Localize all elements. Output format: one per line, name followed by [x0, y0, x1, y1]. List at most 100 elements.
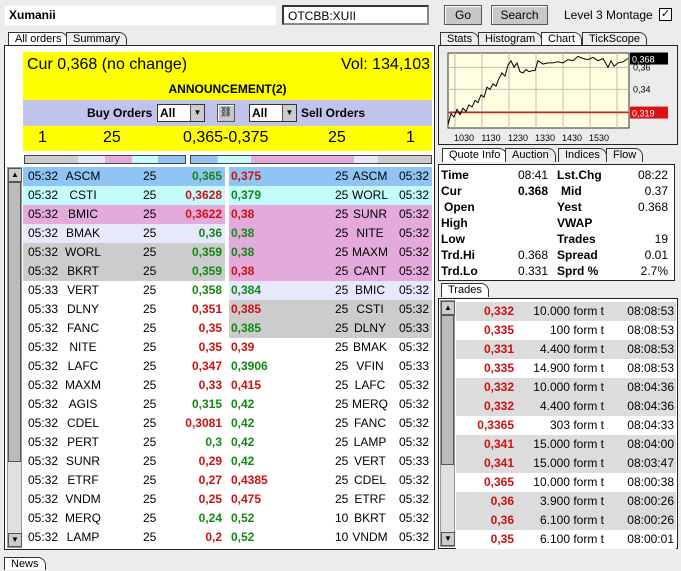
sell-order-row[interactable]: 0,415 25 LAFC 05:32: [229, 376, 432, 395]
buy-order-row[interactable]: 05:32 LAMP 25 0,2: [23, 528, 225, 547]
trade-row[interactable]: 0,335 100 form t 08:08:53: [456, 321, 676, 340]
tab-trades[interactable]: Trades: [441, 283, 489, 297]
buy-order-row[interactable]: 05:32 LAFC 25 0,347: [23, 357, 225, 376]
buy-size: 25: [103, 129, 121, 146]
buy-order-row[interactable]: 05:33 DLNY 25 0,351: [23, 300, 225, 319]
order-size: 25: [335, 492, 349, 506]
scroll-down-icon[interactable]: ▼: [441, 532, 455, 546]
sell-order-row[interactable]: 0,475 25 ETRF 05:32: [229, 490, 432, 509]
trade-row[interactable]: 0,332 4.400 form t 08:04:36: [456, 397, 676, 416]
buy-order-row[interactable]: 05:32 FANC 25 0,35: [23, 319, 225, 338]
buy-order-row[interactable]: 05:32 PERT 25 0,3: [23, 433, 225, 452]
order-time: 05:32: [28, 416, 59, 430]
buy-order-row[interactable]: 05:32 AGIS 25 0,315: [23, 395, 225, 414]
sell-order-row[interactable]: 0,42 25 VERT 05:33: [229, 452, 432, 471]
sell-order-row[interactable]: 0,38 25 CANT 05:32: [229, 262, 432, 281]
sell-order-row[interactable]: 0,42 25 FANC 05:32: [229, 414, 432, 433]
order-size: 25: [335, 188, 349, 202]
tab-histogram[interactable]: Histogram: [478, 32, 543, 46]
buy-order-row[interactable]: 05:32 BKRT 25 0,359: [23, 262, 225, 281]
trade-row[interactable]: 0,331 4.400 form t 08:08:53: [456, 340, 676, 359]
tab-stats[interactable]: Stats: [440, 32, 480, 46]
order-time: 05:32: [28, 169, 59, 183]
trade-row[interactable]: 0,332 10.000 form t 08:08:53: [456, 302, 676, 321]
sell-order-row[interactable]: 0,38 25 MAXM 05:32: [229, 243, 432, 262]
sell-order-row[interactable]: 0,375 25 ASCM 05:32: [229, 167, 432, 186]
sell-order-row[interactable]: 0,3906 25 VFIN 05:33: [229, 357, 432, 376]
order-firm: FANC: [66, 321, 99, 335]
sell-order-row[interactable]: 0,384 25 BMIC 05:32: [229, 281, 432, 300]
order-time: 05:32: [28, 245, 59, 259]
scrollbar-thumb[interactable]: [441, 315, 454, 465]
trade-time: 08:04:36: [627, 399, 674, 413]
sell-filter-select[interactable]: All ▼: [249, 104, 297, 122]
level3-montage-checkbox[interactable]: ✓: [659, 8, 672, 21]
trade-row[interactable]: 0,35 6.100 form t 08:00:01: [456, 530, 676, 549]
tab-quote-info[interactable]: Quote Info: [442, 148, 508, 162]
trade-row[interactable]: 0,36 3.900 form t 08:00:26: [456, 492, 676, 511]
go-button[interactable]: Go: [444, 5, 482, 25]
trade-row[interactable]: 0,341 15.000 form t 08:04:00: [456, 435, 676, 454]
tab-chart[interactable]: Chart: [541, 32, 582, 46]
buy-order-row[interactable]: 05:33 VERT 25 0,358: [23, 281, 225, 300]
order-firm: MAXM: [352, 245, 388, 259]
buy-order-row[interactable]: 05:32 VNDM 25 0,25: [23, 490, 225, 509]
quote-label: Mid: [561, 184, 582, 198]
sell-order-row[interactable]: 0,52 10 VNDM 05:32: [229, 528, 432, 547]
sell-order-row[interactable]: 0,4385 25 CDEL 05:32: [229, 471, 432, 490]
sell-order-row[interactable]: 0,379 25 WORL 05:32: [229, 186, 432, 205]
order-size: 25: [143, 283, 157, 297]
buy-order-row[interactable]: 05:32 NITE 25 0,35: [23, 338, 225, 357]
sell-order-row[interactable]: 0,385 25 CSTI 05:32: [229, 300, 432, 319]
buy-order-row[interactable]: 05:32 SUNR 25 0,29: [23, 452, 225, 471]
buy-order-row[interactable]: 05:32 WORL 25 0,359: [23, 243, 225, 262]
tab-all-orders[interactable]: All orders: [8, 32, 69, 46]
trade-row[interactable]: 0,36 6.100 form t 08:00:26: [456, 511, 676, 530]
trade-price: 0,335: [483, 361, 514, 375]
sell-order-row[interactable]: 0,385 25 DLNY 05:33: [229, 319, 432, 338]
buy-order-row[interactable]: 05:32 ETRF 25 0,27: [23, 471, 225, 490]
search-button[interactable]: Search: [491, 5, 548, 25]
sell-order-row[interactable]: 0,38 25 SUNR 05:32: [229, 205, 432, 224]
buy-filter-select[interactable]: All ▼: [157, 104, 205, 122]
scroll-up-icon[interactable]: ▲: [441, 301, 455, 315]
company-name-field[interactable]: Xumanii: [4, 5, 277, 26]
order-price: 0,3622: [185, 207, 222, 221]
symbol-input[interactable]: OTCBB:XUII: [282, 5, 429, 25]
sell-order-row[interactable]: 0,52 10 BKRT 05:32: [229, 509, 432, 528]
announcement-link[interactable]: ANNOUNCEMENT(2): [23, 82, 432, 96]
scrollbar-thumb[interactable]: [8, 182, 21, 462]
buy-order-row[interactable]: 05:32 ASCM 25 0,365: [23, 167, 225, 186]
buy-order-row[interactable]: 05:32 CSTI 25 0,3628: [23, 186, 225, 205]
tab-news[interactable]: News: [4, 557, 46, 570]
sell-order-row[interactable]: 0,38 25 NITE 05:32: [229, 224, 432, 243]
tab-flow[interactable]: Flow: [606, 148, 644, 162]
scroll-down-icon[interactable]: ▼: [8, 533, 22, 547]
sell-order-row[interactable]: 0,42 25 MERQ 05:32: [229, 395, 432, 414]
trades-scrollbar[interactable]: ▲ ▼: [440, 300, 455, 547]
tab-summary[interactable]: Summary: [66, 32, 128, 46]
buy-order-row[interactable]: 05:32 MAXM 25 0,33: [23, 376, 225, 395]
trade-row[interactable]: 0,365 10.000 form t 08:00:38: [456, 473, 676, 492]
trade-row[interactable]: 0,332 10.000 form t 08:04:36: [456, 378, 676, 397]
sell-order-row[interactable]: 0,42 25 LAMP 05:32: [229, 433, 432, 452]
trade-row[interactable]: 0,341 15.000 form t 08:03:47: [456, 454, 676, 473]
link-icon[interactable]: ⛓: [217, 104, 235, 122]
buy-depth-bar: [24, 155, 186, 164]
order-firm: LAFC: [354, 378, 386, 392]
tab-indices[interactable]: Indices: [558, 148, 607, 162]
trade-row[interactable]: 0,3365 303 form t 08:04:33: [456, 416, 676, 435]
tab-auction[interactable]: Auction: [505, 148, 556, 162]
tab-tickscope[interactable]: TickScope: [582, 32, 647, 46]
buy-order-row[interactable]: 05:32 MERQ 25 0,24: [23, 509, 225, 528]
sell-order-row[interactable]: 0,39 25 BMAK 05:32: [229, 338, 432, 357]
scroll-up-icon[interactable]: ▲: [8, 168, 22, 182]
buy-order-row[interactable]: 05:32 BMIC 25 0,3622: [23, 205, 225, 224]
buy-order-row[interactable]: 05:32 CDEL 25 0,3081: [23, 414, 225, 433]
trade-row[interactable]: 0,335 14.900 form t 08:08:53: [456, 359, 676, 378]
buy-order-row[interactable]: 05:32 BMAK 25 0,36: [23, 224, 225, 243]
trade-price: 0,341: [483, 456, 514, 470]
level3-montage-label: Level 3 Montage: [564, 8, 653, 22]
order-price: 0,42: [231, 397, 255, 411]
orders-scrollbar[interactable]: ▲ ▼: [7, 167, 22, 548]
